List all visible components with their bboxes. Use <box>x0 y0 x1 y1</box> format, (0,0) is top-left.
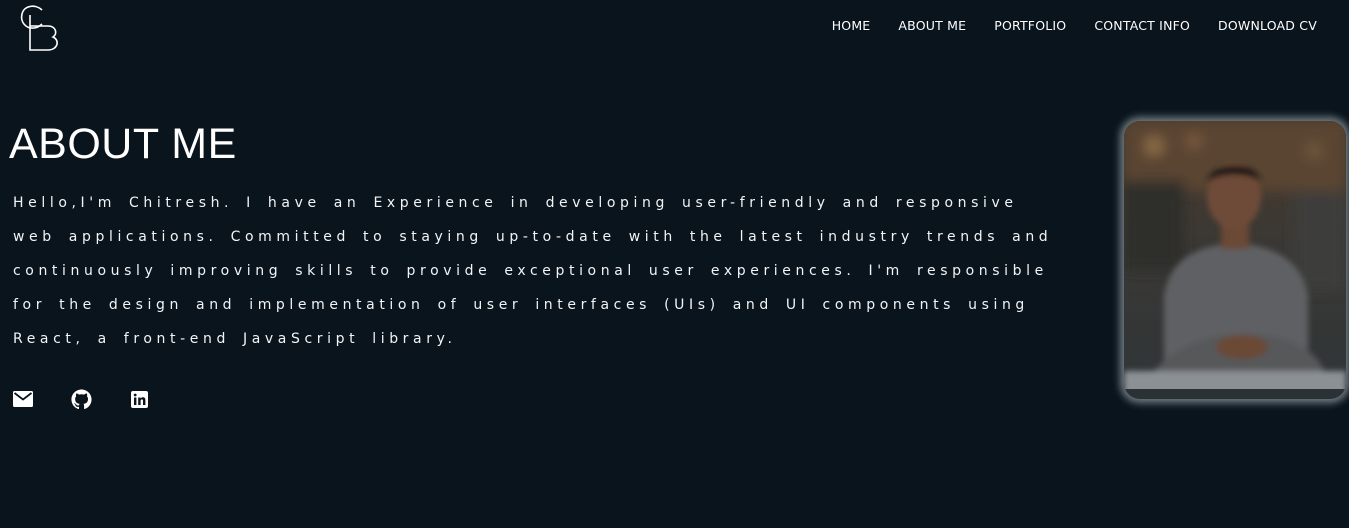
social-links <box>12 388 186 410</box>
nav-home-link[interactable]: HOME <box>832 18 871 33</box>
nav-about-me-link[interactable]: ABOUT ME <box>898 18 966 33</box>
main-nav: HOME ABOUT ME PORTFOLIO CONTACT INFO DOW… <box>804 18 1317 33</box>
linkedin-icon[interactable] <box>128 388 150 410</box>
profile-photo <box>1124 121 1346 399</box>
about-bio-text: Hello,I'm Chitresh. I have an Experience… <box>13 195 1053 347</box>
page: HOME ABOUT ME PORTFOLIO CONTACT INFO DOW… <box>0 0 1349 528</box>
cb-logo-icon[interactable] <box>18 2 64 54</box>
nav-download-cv-link[interactable]: DOWNLOAD CV <box>1218 18 1317 33</box>
mail-icon[interactable] <box>12 388 34 410</box>
page-title: ABOUT ME <box>9 120 237 168</box>
nav-portfolio-link[interactable]: PORTFOLIO <box>994 18 1066 33</box>
github-icon[interactable] <box>70 388 92 410</box>
nav-contact-info-link[interactable]: CONTACT INFO <box>1094 18 1190 33</box>
